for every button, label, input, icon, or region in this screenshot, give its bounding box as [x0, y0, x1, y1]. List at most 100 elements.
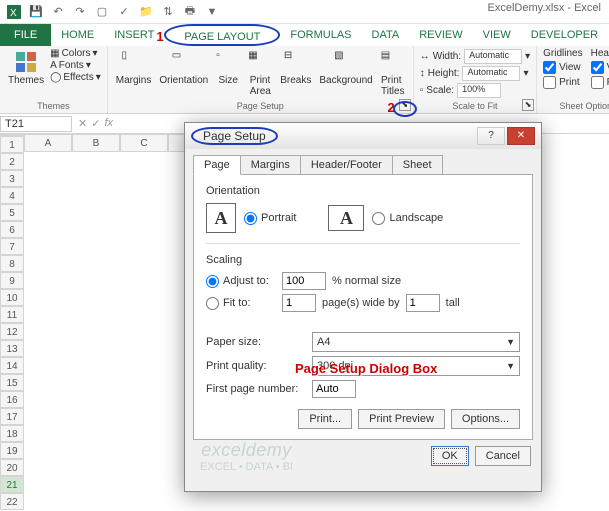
excel-icon: X [6, 4, 22, 20]
first-page-input[interactable] [312, 380, 356, 398]
close-button[interactable]: ✕ [507, 127, 535, 145]
portrait-icon: A [206, 203, 236, 233]
gridlines-label: Gridlines [543, 48, 582, 59]
dlg-tab-sheet[interactable]: Sheet [392, 155, 443, 175]
gridlines-view[interactable]: View [543, 61, 582, 74]
row-header[interactable]: 15 [0, 374, 24, 391]
chevron-down-icon: ▼ [506, 361, 515, 371]
paper-combo[interactable]: A4▼ [312, 332, 520, 352]
colors-icon: ▦ [50, 48, 59, 59]
fx-icon[interactable]: fx [104, 117, 113, 130]
dialog-title: Page Setup [191, 127, 278, 145]
enter-icon[interactable]: ✓ [91, 117, 100, 130]
row-header[interactable]: 16 [0, 391, 24, 408]
row-header[interactable]: 17 [0, 408, 24, 425]
preview-button[interactable]: Print Preview [358, 409, 445, 429]
sort-icon[interactable]: ⇅ [160, 4, 176, 20]
fit-tall[interactable] [406, 294, 440, 312]
help-button[interactable]: ? [477, 127, 505, 145]
colors-button[interactable]: ▦Colors▾ [50, 48, 101, 59]
tab-formulas[interactable]: FORMULAS [280, 24, 361, 46]
themes-icon [14, 50, 38, 74]
themes-button[interactable]: Themes [6, 48, 46, 88]
row-header[interactable]: 10 [0, 289, 24, 306]
tab-page-layout[interactable]: 1 PAGE LAYOUT [164, 24, 280, 46]
row-header[interactable]: 20 [0, 459, 24, 476]
row-header[interactable]: 18 [0, 425, 24, 442]
spell-icon[interactable]: ✓ [116, 4, 132, 20]
tab-file[interactable]: FILE [0, 24, 51, 46]
row-header[interactable]: 5 [0, 204, 24, 221]
tab-review[interactable]: REVIEW [409, 24, 472, 46]
row-header[interactable]: 21 [0, 476, 24, 493]
margins-button[interactable]: ▯Margins [114, 48, 154, 88]
adjust-radio[interactable]: Adjust to: [206, 275, 276, 288]
row-header[interactable]: 12 [0, 323, 24, 340]
adjust-value[interactable] [282, 272, 326, 290]
undo-icon[interactable]: ↶ [50, 4, 66, 20]
row-header[interactable]: 14 [0, 357, 24, 374]
height-select[interactable]: Automatic [462, 66, 520, 81]
orientation-icon: ▭ [172, 50, 196, 74]
headings-print[interactable]: Print [591, 76, 609, 89]
cancel-icon[interactable]: ✕ [78, 117, 87, 130]
dlg-tab-header[interactable]: Header/Footer [300, 155, 393, 175]
filter-icon[interactable]: ▼ [204, 4, 220, 20]
save-icon[interactable]: 💾 [28, 4, 44, 20]
breaks-button[interactable]: ⊟Breaks [278, 48, 313, 88]
dlg-tab-page[interactable]: Page [193, 155, 241, 175]
row-header[interactable]: 4 [0, 187, 24, 204]
row-header[interactable]: 22 [0, 493, 24, 510]
tab-developer[interactable]: DEVELOPER [521, 24, 608, 46]
width-select[interactable]: Automatic [464, 49, 522, 64]
cancel-button[interactable]: Cancel [475, 446, 531, 466]
headings-view[interactable]: View [591, 61, 609, 74]
col-header[interactable]: A [24, 134, 72, 152]
row-header[interactable]: 6 [0, 221, 24, 238]
print-titles-button[interactable]: ▤Print Titles [379, 48, 407, 99]
effects-button[interactable]: ◯Effects▾ [50, 72, 101, 83]
print-area-button[interactable]: ▦Print Area [246, 48, 274, 99]
row-header[interactable]: 1 [0, 136, 24, 153]
options-button[interactable]: Options... [451, 409, 520, 429]
print-button[interactable]: Print... [298, 409, 352, 429]
name-box[interactable]: T21 [0, 116, 72, 132]
redo-icon[interactable]: ↷ [72, 4, 88, 20]
ribbon-tabs: FILE HOME INSERT 1 PAGE LAYOUT FORMULAS … [0, 24, 609, 46]
dlg-tab-margins[interactable]: Margins [240, 155, 301, 175]
row-header[interactable]: 8 [0, 255, 24, 272]
landscape-radio[interactable]: Landscape [372, 212, 443, 225]
fonts-button[interactable]: AFonts▾ [50, 60, 101, 71]
scale-launcher[interactable]: ⬊ [522, 99, 534, 111]
tab-insert[interactable]: INSERT [104, 24, 164, 46]
margins-icon: ▯ [122, 50, 146, 74]
gridlines-print[interactable]: Print [543, 76, 582, 89]
tab-home[interactable]: HOME [51, 24, 104, 46]
tab-view[interactable]: VIEW [473, 24, 521, 46]
row-header[interactable]: 11 [0, 306, 24, 323]
fit-wide[interactable] [282, 294, 316, 312]
open-icon[interactable]: 📁 [138, 4, 154, 20]
scale-icon: ▫ [420, 85, 424, 96]
size-button[interactable]: ▫Size [214, 48, 242, 88]
row-header[interactable]: 9 [0, 272, 24, 289]
print-icon[interactable]: 🖶 [182, 4, 198, 20]
dialog-titlebar[interactable]: Page Setup ? ✕ [185, 123, 541, 149]
row-header[interactable]: 3 [0, 170, 24, 187]
background-icon: ▧ [334, 50, 358, 74]
ok-button[interactable]: OK [431, 446, 469, 466]
row-header[interactable]: 7 [0, 238, 24, 255]
scale-input[interactable]: 100% [457, 83, 501, 98]
paper-label: Paper size: [206, 336, 306, 348]
background-button[interactable]: ▧Background [317, 48, 374, 88]
row-header[interactable]: 13 [0, 340, 24, 357]
col-header[interactable]: C [120, 134, 168, 152]
new-icon[interactable]: ▢ [94, 4, 110, 20]
row-header[interactable]: 2 [0, 153, 24, 170]
fit-radio[interactable]: Fit to: [206, 297, 276, 310]
portrait-radio[interactable]: Portrait [244, 212, 296, 225]
row-header[interactable]: 19 [0, 442, 24, 459]
orientation-button[interactable]: ▭Orientation [157, 48, 210, 88]
tab-data[interactable]: DATA [362, 24, 410, 46]
col-header[interactable]: B [72, 134, 120, 152]
